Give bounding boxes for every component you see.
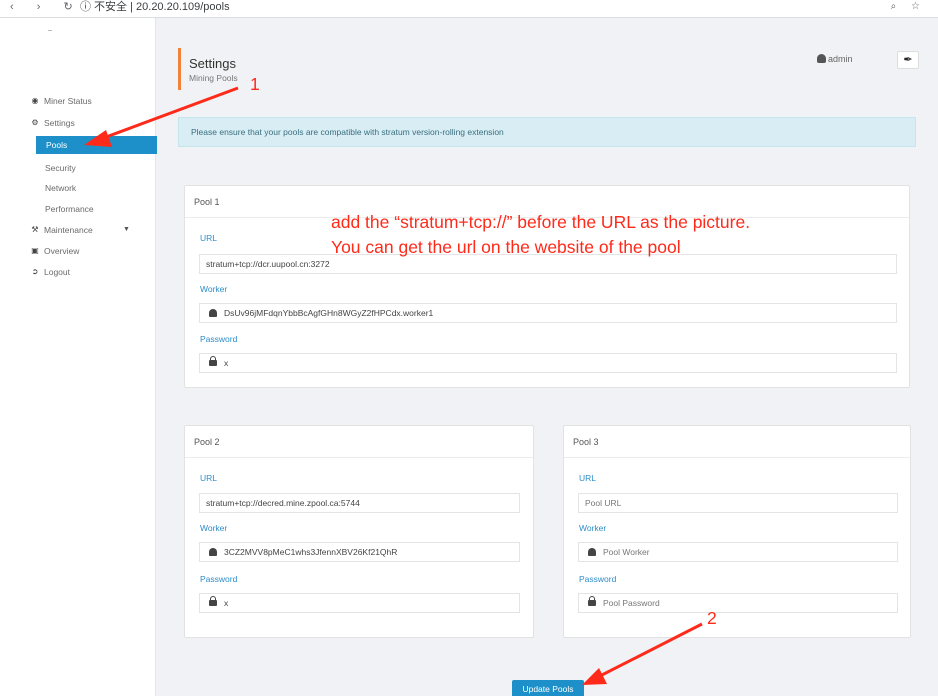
pool-3-url-label: URL xyxy=(579,473,597,483)
pool-2-title: Pool 2 xyxy=(194,437,220,447)
sidebar: ◉ Miner Status ⚙ Settings Pools Security… xyxy=(0,18,157,696)
sidebar-item-label: Miner Status xyxy=(44,96,92,106)
pool-3-url-input[interactable]: Pool URL xyxy=(578,493,898,513)
pool-3-worker-input[interactable]: Pool Worker xyxy=(578,542,898,562)
pool-3-password-input[interactable]: Pool Password xyxy=(578,593,898,613)
caret-down-icon: ▼ xyxy=(123,226,130,233)
page-subtitle: Mining Pools xyxy=(189,73,238,83)
sidebar-subitem-network[interactable]: Network xyxy=(45,179,76,197)
logout-icon: ➲ xyxy=(31,267,39,276)
user-icon xyxy=(206,304,220,322)
sidebar-logo-remnant xyxy=(48,30,52,31)
pool-3-password-label: Password xyxy=(579,574,617,584)
pool-3-title: Pool 3 xyxy=(573,437,599,447)
annotation-note-line-1: add the “stratum+tcp://” before the URL … xyxy=(331,212,751,232)
lock-icon xyxy=(206,594,220,612)
sidebar-item-label: Maintenance xyxy=(44,225,93,235)
sidebar-item-overview[interactable]: ▣ Overview xyxy=(0,242,156,260)
pool-2-password-input[interactable]: x xyxy=(199,593,520,613)
sidebar-subitem-security[interactable]: Security xyxy=(45,159,76,177)
page-header: Settings Mining Pools xyxy=(178,48,238,90)
compatibility-alert: Please ensure that your pools are compat… xyxy=(178,117,916,147)
dashboard-icon: ◉ xyxy=(31,96,39,105)
pool-1-password-input[interactable]: x xyxy=(199,353,897,373)
annotation-marker-1: 1 xyxy=(250,74,260,94)
card-divider xyxy=(185,457,533,458)
browser-action-icons[interactable]: ⌕ ☆ xyxy=(891,0,926,14)
pool-2-worker-label: Worker xyxy=(200,523,228,533)
pool-1-password-label: Password xyxy=(200,334,238,344)
sidebar-item-settings[interactable]: ⚙ Settings xyxy=(0,114,156,132)
page-title: Settings xyxy=(189,56,236,71)
pool-2-password-label: Password xyxy=(200,574,238,584)
sidebar-item-maintenance[interactable]: ⚒ Maintenance ▼ xyxy=(0,221,156,239)
pool-3-worker-label: Worker xyxy=(579,523,607,533)
username: admin xyxy=(828,54,853,64)
annotation-note-line-2: You can get the url on the website of th… xyxy=(331,237,681,257)
user-menu[interactable]: admin xyxy=(817,54,853,64)
pool-2-worker-input[interactable]: 3CZ2MVV8pMeC1whs3JfennXBV26Kf21QhR xyxy=(199,542,520,562)
address-bar[interactable]: ⓘ 不安全 | 20.20.20.109/pools xyxy=(80,0,230,14)
sidebar-item-label: Settings xyxy=(44,118,75,128)
lock-icon xyxy=(585,594,599,612)
gears-icon: ⚙ xyxy=(31,118,39,127)
lock-icon xyxy=(206,354,220,372)
pen-icon: ✒ xyxy=(903,54,913,66)
browser-toolbar: ‹ › ↻ ⓘ 不安全 | 20.20.20.109/pools ⌕ ☆ xyxy=(0,0,938,18)
user-icon xyxy=(206,543,220,561)
pool-1-title: Pool 1 xyxy=(194,197,220,207)
sidebar-subitem-pools[interactable]: Pools xyxy=(36,136,157,154)
pool-1-url-label: URL xyxy=(200,233,218,243)
browser-nav-icons[interactable]: ‹ › ↻ xyxy=(10,0,83,14)
sidebar-item-label: Logout xyxy=(44,267,70,277)
sidebar-item-label: Overview xyxy=(44,246,80,256)
user-icon xyxy=(817,54,826,63)
pool-2-card: Pool 2 URL stratum+tcp://decred.mine.zpo… xyxy=(184,425,534,638)
pool-2-url-input[interactable]: stratum+tcp://decred.mine.zpool.ca:5744 xyxy=(199,493,520,513)
user-icon xyxy=(585,543,599,561)
wrench-icon: ⚒ xyxy=(31,225,39,234)
sidebar-item-miner-status[interactable]: ◉ Miner Status xyxy=(0,92,156,110)
pool-2-url-label: URL xyxy=(200,473,218,483)
annotation-marker-2: 2 xyxy=(707,608,717,628)
update-pools-button[interactable]: Update Pools xyxy=(512,680,584,696)
sidebar-item-logout[interactable]: ➲ Logout xyxy=(0,263,156,281)
pool-1-worker-input[interactable]: DsUv96jMFdqnYbbBcAgfGHn8WGyZ2fHPCdx.work… xyxy=(199,303,897,323)
sidebar-subitem-performance[interactable]: Performance xyxy=(45,200,94,218)
pool-3-card: Pool 3 URL Pool URL Worker Pool Worker P… xyxy=(563,425,911,638)
chip-icon: ▣ xyxy=(31,246,39,255)
card-divider xyxy=(564,457,910,458)
edit-button[interactable]: ✒ xyxy=(897,51,919,69)
pool-1-worker-label: Worker xyxy=(200,284,228,294)
